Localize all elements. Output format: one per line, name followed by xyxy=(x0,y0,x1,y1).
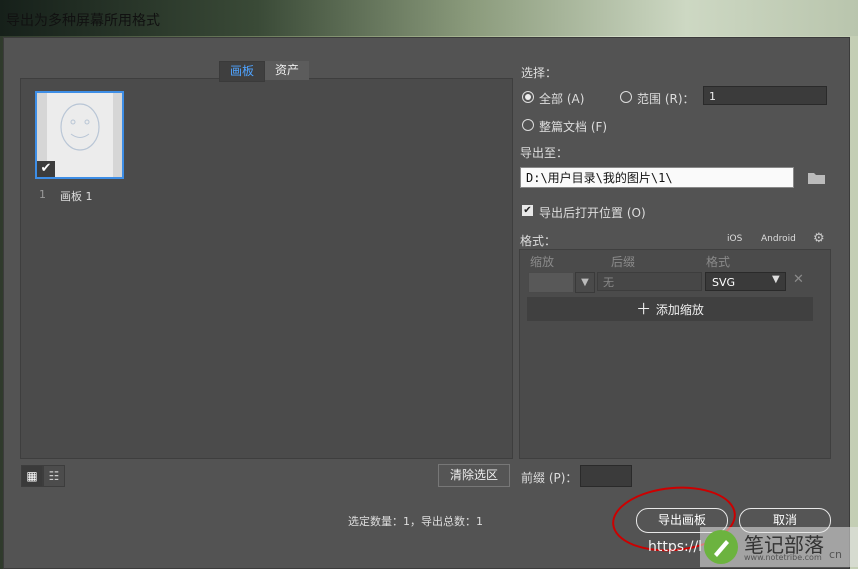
artboard-preview xyxy=(47,93,113,177)
artboard-name: 画板 1 xyxy=(60,190,93,203)
radio-all[interactable] xyxy=(522,91,534,103)
scale-input[interactable] xyxy=(528,272,574,293)
folder-icon[interactable] xyxy=(808,172,825,184)
gear-icon[interactable]: ⚙ xyxy=(813,231,825,246)
plus-icon: ＋ xyxy=(636,300,656,318)
range-input[interactable]: 1 xyxy=(703,86,827,105)
chevron-down-icon[interactable]: ▼ xyxy=(575,272,595,293)
column-header-scale: 缩放 xyxy=(530,255,555,269)
radio-range-label[interactable]: 范围 (R)： xyxy=(637,90,695,107)
column-header-suffix: 后缀 xyxy=(611,255,636,269)
list-view-icon[interactable]: ☷ xyxy=(43,465,65,487)
prefix-input[interactable] xyxy=(580,465,632,487)
ios-preset-button[interactable]: iOS xyxy=(727,234,742,244)
radio-whole-document[interactable] xyxy=(522,119,534,131)
watermark-suffix: cn xyxy=(829,548,843,561)
prefix-label: 前缀 (P)： xyxy=(521,471,578,485)
artboard-checkbox[interactable]: ✔ xyxy=(37,161,55,177)
window-title: 导出为多种屏幕所用格式 xyxy=(6,13,160,29)
selection-summary: 选定数量：1，导出总数：1 xyxy=(348,515,483,528)
radio-range[interactable] xyxy=(620,91,632,103)
pen-logo-icon xyxy=(704,530,738,564)
tab-artboards[interactable]: 画板 xyxy=(219,61,265,82)
grid-view-icon[interactable]: ▦ xyxy=(21,465,43,487)
artboard-number: 1 xyxy=(39,188,46,201)
format-label: 格式： xyxy=(520,234,557,248)
select-label: 选择： xyxy=(521,66,558,80)
chevron-down-icon: ▼ xyxy=(772,274,780,285)
column-header-format: 格式 xyxy=(706,255,731,269)
open-after-checkbox[interactable]: ✔ xyxy=(522,205,533,216)
overlay-url-text: https://l xyxy=(648,539,703,555)
clear-selection-button[interactable]: 清除选区 xyxy=(438,464,510,487)
tab-assets[interactable]: 资产 xyxy=(265,61,309,80)
watermark-url: www.notetribe.com xyxy=(744,553,822,562)
close-icon[interactable]: ✕ xyxy=(793,272,804,287)
open-after-label[interactable]: 导出后打开位置 (O) xyxy=(539,204,646,221)
smiley-face-icon xyxy=(60,103,100,151)
radio-whole-document-label[interactable]: 整篇文档 (F) xyxy=(539,118,607,135)
android-preset-button[interactable]: Android xyxy=(761,234,796,244)
radio-all-label[interactable]: 全部 (A) xyxy=(539,90,584,107)
export-path-input[interactable]: D:\用户目录\我的图片\1\ xyxy=(520,167,794,188)
suffix-input[interactable]: 无 xyxy=(597,272,702,291)
add-scale-button[interactable]: ＋ 添加缩放 xyxy=(527,297,813,321)
add-scale-label: 添加缩放 xyxy=(655,303,704,317)
export-to-label: 导出至： xyxy=(520,146,569,160)
